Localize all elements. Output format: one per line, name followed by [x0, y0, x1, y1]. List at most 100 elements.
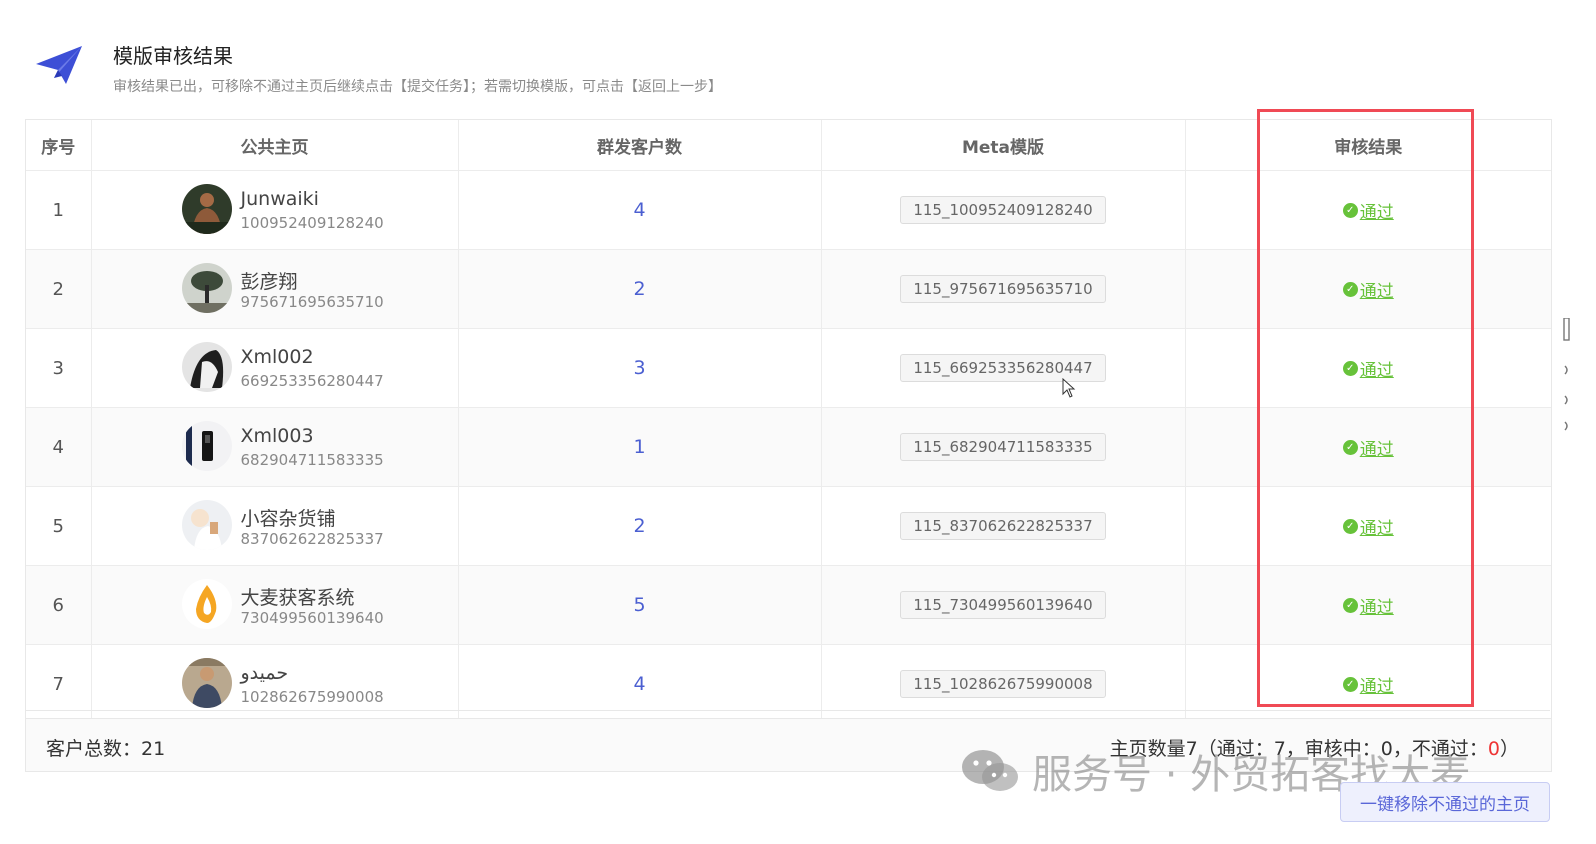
page-cell: 大麦获客系统 730499560139640 — [91, 565, 459, 645]
row-index: 6 — [26, 565, 92, 645]
customer-total-value: 21 — [141, 738, 166, 760]
column-header-review-result: 审核结果 — [1185, 120, 1551, 171]
customer-total-label: 客户总数： — [46, 738, 142, 760]
table-row: 3 Xml002 669253356280447 3 115_669253356… — [26, 328, 1551, 408]
customer-count: 4 — [458, 644, 822, 724]
avatar — [181, 421, 232, 471]
avatar — [181, 184, 232, 234]
page-name: 大麦获客系统 — [240, 587, 355, 609]
page-id: 669253356280447 — [240, 372, 384, 390]
result-cell: ✓ 通过 — [1185, 328, 1551, 408]
row-index: 4 — [26, 407, 92, 487]
customer-count: 2 — [458, 486, 822, 566]
check-circle-icon: ✓ — [1342, 519, 1358, 534]
result-label: 通过 — [1359, 677, 1394, 697]
result-pass-link[interactable]: ✓ 通过 — [1342, 514, 1394, 539]
customer-count: 3 — [458, 328, 822, 408]
check-circle-icon: ✓ — [1342, 282, 1358, 297]
page-id: 837062622825337 — [240, 530, 384, 548]
template-cell: 115_102862675990008 — [821, 644, 1186, 724]
side-panel-edge-icon — [1563, 318, 1570, 431]
result-label: 通过 — [1359, 361, 1394, 381]
page-cell: Xml002 669253356280447 — [91, 328, 459, 408]
column-header-customer-count: 群发客户数 — [458, 120, 822, 171]
result-label: 通过 — [1359, 598, 1394, 618]
check-circle-icon: ✓ — [1342, 598, 1358, 613]
avatar — [181, 263, 232, 313]
page-id: 100952409128240 — [240, 214, 384, 232]
page-header: 模版审核结果 审核结果已出，可移除不通过主页后继续点击【提交任务】；若需切换模版… — [36, 36, 1236, 96]
result-cell: ✓ 通过 — [1185, 644, 1551, 724]
result-pass-link[interactable]: ✓ 通过 — [1342, 198, 1394, 223]
row-index: 5 — [26, 486, 92, 566]
meta-template-tag: 115_100952409128240 — [900, 196, 1106, 224]
meta-template-tag: 115_102862675990008 — [900, 670, 1106, 698]
page-name: 彭彦翔 — [240, 271, 298, 293]
table-header-row: 序号 公共主页 群发客户数 Meta模版 审核结果 — [26, 120, 1551, 171]
table-row: 7 حميدو 102862675990008 4 115_1028626759… — [26, 644, 1551, 724]
page-cell: Xml003 682904711583335 — [91, 407, 459, 487]
wechat-icon — [962, 750, 1018, 791]
page-description: 审核结果已出，可移除不通过主页后继续点击【提交任务】；若需切换模版，可点击【返回… — [113, 79, 722, 95]
column-header-page: 公共主页 — [91, 120, 459, 171]
meta-template-tag: 115_730499560139640 — [900, 591, 1106, 619]
table-row: 6 大麦获客系统 730499560139640 5 115_730499560… — [26, 565, 1551, 645]
meta-template-tag: 115_837062622825337 — [900, 512, 1106, 540]
template-cell: 115_682904711583335 — [821, 407, 1186, 487]
table-row: 2 彭彦翔 975671695635710 2 115_975671695635… — [26, 249, 1551, 329]
table-row: 5 小容杂货铺 837062622825337 2 115_8370626228… — [26, 486, 1551, 566]
meta-template-tag: 115_975671695635710 — [900, 275, 1106, 303]
result-pass-link[interactable]: ✓ 通过 — [1342, 593, 1394, 618]
page-name: Xml003 — [240, 425, 314, 447]
page-title: 模版审核结果 — [113, 44, 233, 68]
customer-count: 1 — [458, 407, 822, 487]
footer-divider — [25, 710, 1550, 711]
page-id: 975671695635710 — [240, 293, 384, 311]
customer-count: 5 — [458, 565, 822, 645]
template-cell: 115_975671695635710 — [821, 249, 1186, 329]
remove-failed-pages-button[interactable]: 一键移除不通过的主页 — [1340, 782, 1550, 822]
page-name: حميدو — [240, 662, 289, 684]
template-cell: 115_730499560139640 — [821, 565, 1186, 645]
result-pass-link[interactable]: ✓ 通过 — [1342, 435, 1394, 460]
page-cell: 彭彦翔 975671695635710 — [91, 249, 459, 329]
result-label: 通过 — [1359, 282, 1394, 302]
template-cell: 115_837062622825337 — [821, 486, 1186, 566]
table-row: 4 Xml003 682904711583335 1 115_682904711… — [26, 407, 1551, 487]
template-cell: 115_669253356280447 — [821, 328, 1186, 408]
page-id: 730499560139640 — [240, 609, 384, 627]
page-stats-close: ） — [1499, 738, 1519, 760]
result-cell: ✓ 通过 — [1185, 565, 1551, 645]
review-results-table: 序号 公共主页 群发客户数 Meta模版 审核结果 1 Junwaiki 100… — [25, 119, 1552, 724]
check-circle-icon: ✓ — [1342, 440, 1358, 455]
result-cell: ✓ 通过 — [1185, 486, 1551, 566]
page-cell: حميدو 102862675990008 — [91, 644, 459, 724]
result-label: 通过 — [1359, 440, 1394, 460]
column-header-meta-template: Meta模版 — [821, 120, 1186, 171]
result-cell: ✓ 通过 — [1185, 407, 1551, 487]
paper-plane-icon — [36, 46, 82, 84]
page-name: Junwaiki — [240, 188, 319, 210]
result-pass-link[interactable]: ✓ 通过 — [1342, 672, 1394, 697]
customer-count: 2 — [458, 249, 822, 329]
avatar — [181, 579, 232, 629]
result-pass-link[interactable]: ✓ 通过 — [1342, 277, 1394, 302]
template-cell: 115_100952409128240 — [821, 170, 1186, 250]
row-index: 3 — [26, 328, 92, 408]
check-circle-icon: ✓ — [1342, 677, 1358, 692]
meta-template-tag: 115_682904711583335 — [900, 433, 1106, 461]
result-cell: ✓ 通过 — [1185, 249, 1551, 329]
result-pass-link[interactable]: ✓ 通过 — [1342, 356, 1394, 381]
result-label: 通过 — [1359, 519, 1394, 539]
avatar — [181, 342, 232, 392]
check-circle-icon: ✓ — [1342, 203, 1358, 218]
avatar — [181, 500, 232, 550]
fail-count: 0 — [1487, 738, 1500, 760]
mouse-cursor-icon — [1062, 378, 1076, 398]
customer-total: 客户总数：21 — [46, 734, 165, 761]
check-circle-icon: ✓ — [1342, 361, 1358, 376]
page-cell: 小容杂货铺 837062622825337 — [91, 486, 459, 566]
page-id: 682904711583335 — [240, 451, 384, 469]
page-name: 小容杂货铺 — [240, 508, 336, 530]
row-index: 7 — [26, 644, 92, 724]
